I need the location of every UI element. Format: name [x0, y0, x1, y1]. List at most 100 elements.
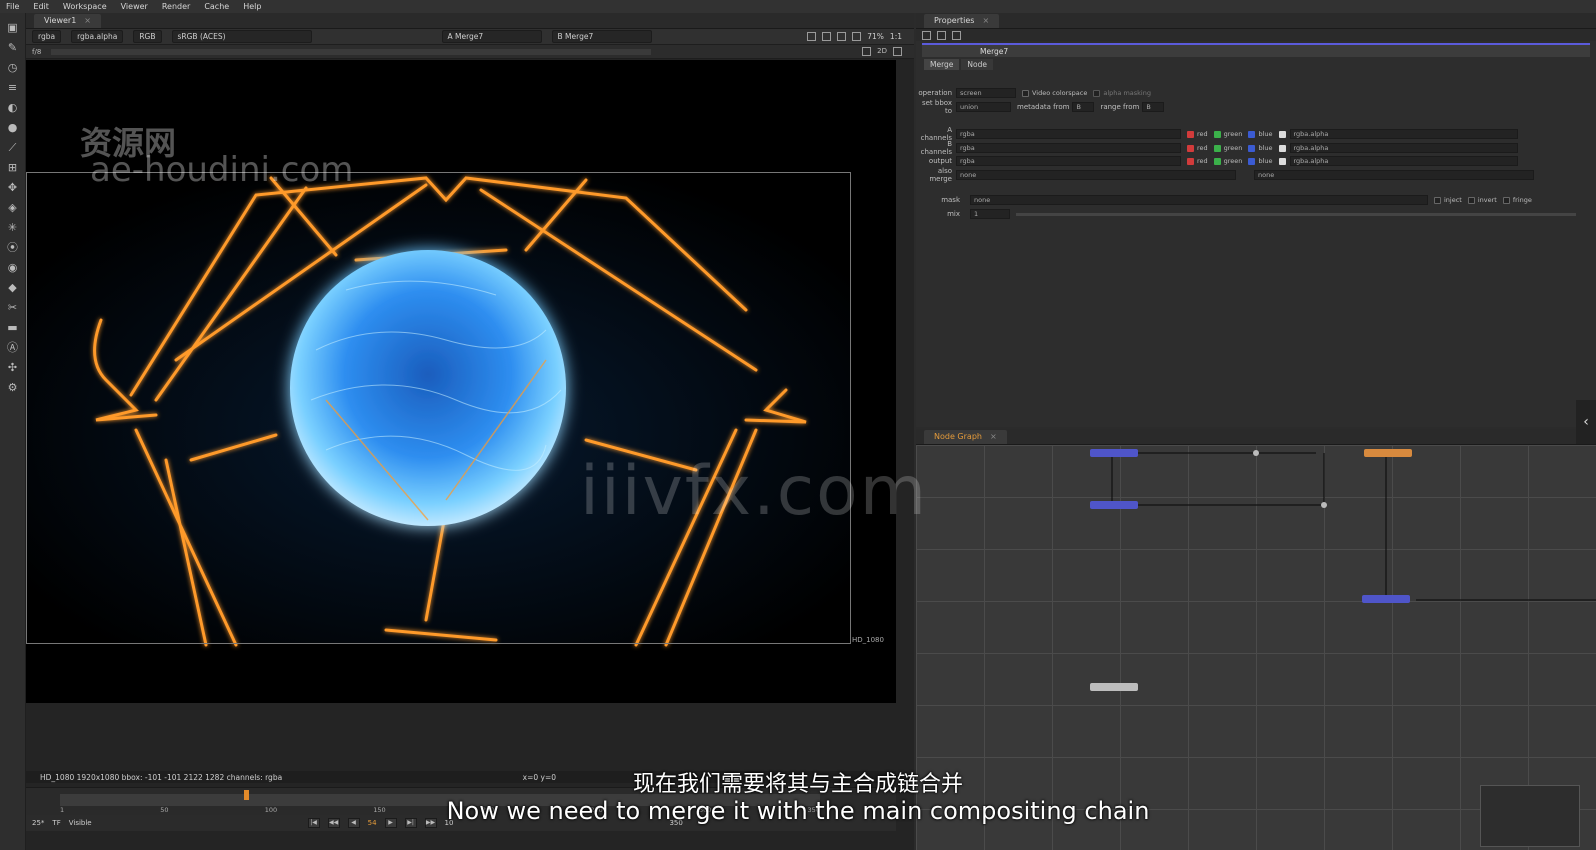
color-icon[interactable]: ◐ [6, 101, 20, 115]
time-icon[interactable]: ◷ [6, 61, 20, 75]
out-red-checkbox[interactable]: red [1187, 157, 1208, 165]
metadata-select[interactable]: B [1072, 102, 1095, 112]
graph-node-viewer[interactable] [1090, 683, 1138, 691]
a-channels-select[interactable]: rgba [956, 129, 1181, 139]
range-select[interactable]: B [1142, 102, 1165, 112]
b-channels-select[interactable]: rgba [956, 143, 1181, 153]
menu-help[interactable]: Help [243, 2, 261, 11]
keyer-icon[interactable]: ⟋ [6, 141, 20, 155]
menu-edit[interactable]: Edit [33, 2, 49, 11]
b-blue-checkbox[interactable]: blue [1248, 144, 1273, 152]
tab-viewer1[interactable]: Viewer1 × [34, 14, 101, 28]
channel-icon[interactable]: ≡ [6, 81, 20, 95]
b-channels-label: B channels [920, 140, 952, 156]
out-blue-checkbox[interactable]: blue [1248, 157, 1273, 165]
pause-icon[interactable] [852, 32, 862, 41]
viewer-mode[interactable]: 2D [877, 47, 887, 56]
subtitle-chinese: 现在我们需要将其与主合成链合并 [632, 772, 963, 797]
float-icon[interactable] [952, 30, 961, 40]
inject-checkbox[interactable]: inject [1434, 196, 1462, 204]
also-merge-select[interactable]: none [956, 170, 1236, 180]
mask-select[interactable]: none [970, 195, 1428, 205]
graph-node[interactable] [1090, 449, 1138, 457]
operation-select[interactable]: screen [956, 88, 1016, 98]
paint-icon[interactable]: ✎ [6, 41, 20, 55]
menu-workspace[interactable]: Workspace [63, 2, 107, 11]
transform-icon[interactable]: ✥ [6, 181, 20, 195]
b-alpha-select[interactable]: rgba.alpha [1289, 143, 1518, 153]
tab-merge[interactable]: Merge [924, 59, 960, 70]
gain-slider[interactable] [51, 48, 652, 55]
a-alpha-checkbox[interactable] [1278, 130, 1286, 138]
a-red-checkbox[interactable]: red [1187, 130, 1208, 138]
channels-select[interactable]: rgba [32, 30, 62, 43]
input-b-select[interactable]: B Merge7 [551, 30, 652, 43]
zoom-value[interactable]: 71% [867, 32, 884, 41]
b-green-checkbox[interactable]: green [1213, 144, 1242, 152]
colorspace-select[interactable]: sRGB (ACES) [171, 30, 312, 43]
node-name-field[interactable]: Merge7 [980, 47, 1008, 56]
menu-render[interactable]: Render [162, 2, 190, 11]
operation-label: operation [918, 89, 952, 97]
filter-icon[interactable]: ● [6, 121, 20, 135]
output-select[interactable]: rgba [956, 156, 1181, 166]
graph-node-orange[interactable] [1364, 449, 1412, 457]
red-label: red [1197, 144, 1208, 152]
video-colorspace-checkbox[interactable]: Video colorspace [1022, 89, 1087, 97]
chevron-left-icon[interactable]: ‹ [1576, 400, 1596, 444]
close-icon[interactable]: × [982, 14, 989, 28]
3d-icon[interactable]: ◈ [6, 201, 20, 215]
tab-node-graph[interactable]: Node Graph × [924, 430, 1007, 444]
graph-node-merge[interactable] [1362, 595, 1410, 603]
merge-icon[interactable]: ⊞ [6, 161, 20, 175]
out-alpha-checkbox[interactable] [1278, 157, 1286, 165]
a-alpha-select[interactable]: rgba.alpha [1289, 129, 1518, 139]
also-merge-label: also merge [929, 167, 952, 183]
metadata-icon[interactable]: ◆ [6, 281, 20, 295]
particles-icon[interactable]: ✳ [6, 221, 20, 235]
mix-slider[interactable] [1016, 212, 1576, 216]
close-icon[interactable]: × [990, 430, 997, 444]
close-icon[interactable]: × [84, 14, 91, 28]
deep-icon[interactable]: ⦿ [6, 241, 20, 255]
display-select[interactable]: RGB [133, 30, 162, 43]
b-alpha-checkbox[interactable] [1278, 144, 1286, 152]
plugins-icon[interactable]: ✣ [6, 361, 20, 375]
menu-viewer[interactable]: Viewer [121, 2, 148, 11]
input-a-select[interactable]: A Merge7 [441, 30, 542, 43]
mix-input[interactable]: 1 [970, 209, 1010, 219]
ratio-value[interactable]: 1:1 [890, 32, 902, 41]
clear-icon[interactable] [937, 30, 946, 40]
fringe-checkbox[interactable]: fringe [1502, 196, 1532, 204]
settings-icon[interactable]: ⚙ [6, 381, 20, 395]
menu-cache[interactable]: Cache [204, 2, 229, 11]
furnace-icon[interactable]: Ⓐ [6, 341, 20, 355]
guides-icon[interactable] [822, 32, 832, 41]
other-icon[interactable]: ▬ [6, 321, 20, 335]
frame-fraction[interactable]: f/8 [32, 48, 41, 56]
out-green-checkbox[interactable]: green [1213, 157, 1242, 165]
tab-node[interactable]: Node [961, 59, 993, 70]
roi-icon[interactable] [807, 32, 817, 41]
alpha-select[interactable]: rgba.alpha [71, 30, 124, 43]
green-label: green [1223, 130, 1243, 138]
tab-properties[interactable]: Properties × [924, 14, 1000, 28]
also-merge-select-2[interactable]: none [1254, 170, 1534, 180]
crop-icon[interactable] [862, 47, 872, 56]
toolsets-icon[interactable]: ✂ [6, 301, 20, 315]
invert-checkbox[interactable]: invert [1467, 196, 1497, 204]
menu-file[interactable]: File [6, 2, 19, 11]
mask-icon[interactable] [837, 32, 847, 41]
alpha-masking-checkbox[interactable]: alpha masking [1093, 89, 1151, 97]
views-icon[interactable]: ◉ [6, 261, 20, 275]
video-colorspace-label: Video colorspace [1032, 89, 1088, 97]
graph-node-selected[interactable] [1090, 501, 1138, 509]
image-icon[interactable]: ▣ [6, 21, 20, 35]
set-bbox-select[interactable]: union [956, 102, 1011, 112]
lock-icon[interactable] [922, 30, 931, 40]
b-red-checkbox[interactable]: red [1187, 144, 1208, 152]
a-blue-checkbox[interactable]: blue [1248, 130, 1273, 138]
out-alpha-select[interactable]: rgba.alpha [1289, 156, 1518, 166]
brush-icon[interactable] [893, 47, 902, 56]
a-green-checkbox[interactable]: green [1213, 130, 1243, 138]
